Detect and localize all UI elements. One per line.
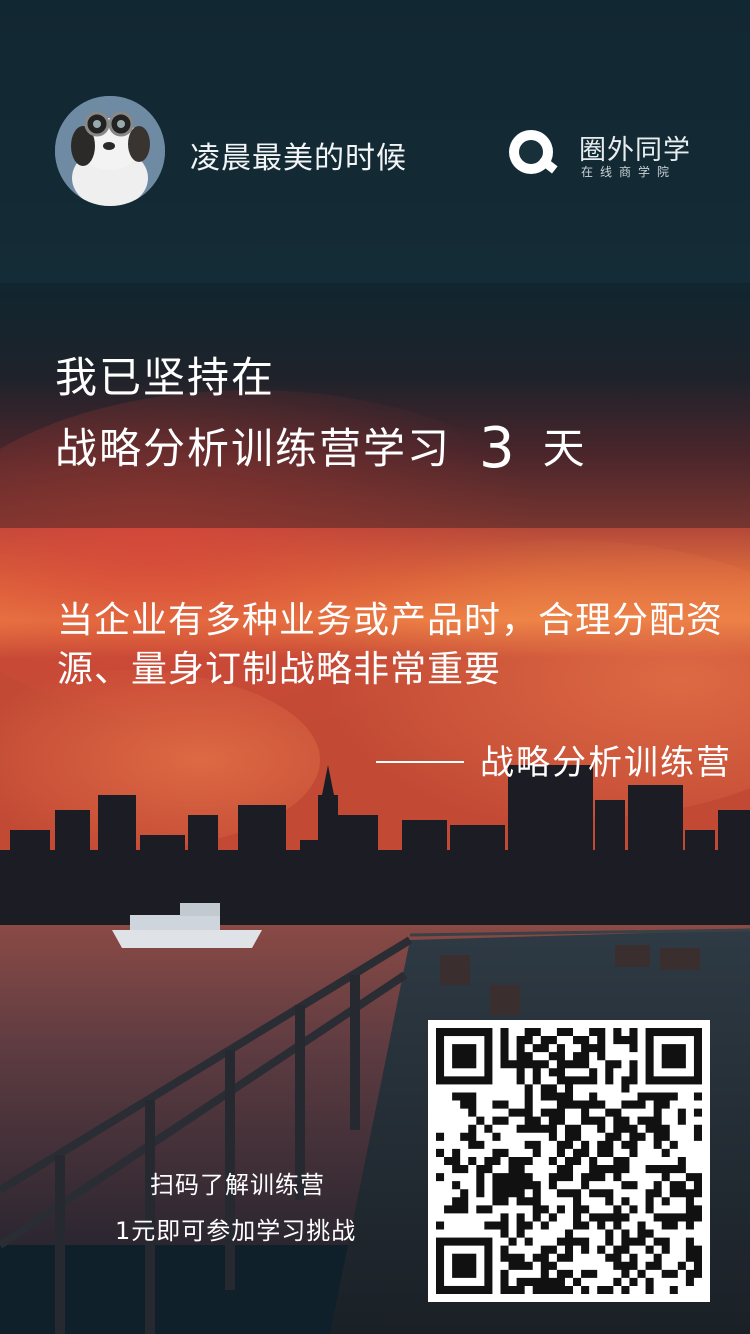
brand-name: 圈外同学 (579, 135, 691, 166)
dash-divider (376, 760, 464, 763)
day-unit: 天 (542, 424, 587, 473)
headline-line-2: 战略分析训练营学习 3 天 (55, 412, 587, 481)
attribution-text: 战略分析训练营 (480, 743, 732, 783)
headline-band (0, 283, 750, 528)
cta-line-2: 1元即可参加学习挑战 (115, 1217, 357, 1245)
q-logo-icon (509, 130, 558, 174)
dog-with-glasses-avatar-icon (55, 96, 165, 206)
brand-logo: 圈外同学 在线商学院 (503, 122, 703, 186)
quote-attribution: 战略分析训练营 (376, 735, 732, 784)
brand-subtitle: 在线商学院 (581, 165, 677, 179)
qr-code-icon (436, 1028, 702, 1294)
user-avatar[interactable] (55, 96, 165, 206)
headline-line-1: 我已坚持在 (55, 353, 276, 402)
quote-text: 当企业有多种业务或产品时，合理分配资源、量身订制战略非常重要 (57, 600, 724, 690)
username: 凌晨最美的时候 (190, 141, 407, 176)
course-study-text: 战略分析训练营学习 (55, 424, 452, 473)
days-count: 3 (479, 416, 517, 481)
qr-code[interactable] (428, 1020, 710, 1302)
cta-line-1: 扫码了解训练营 (150, 1171, 325, 1199)
